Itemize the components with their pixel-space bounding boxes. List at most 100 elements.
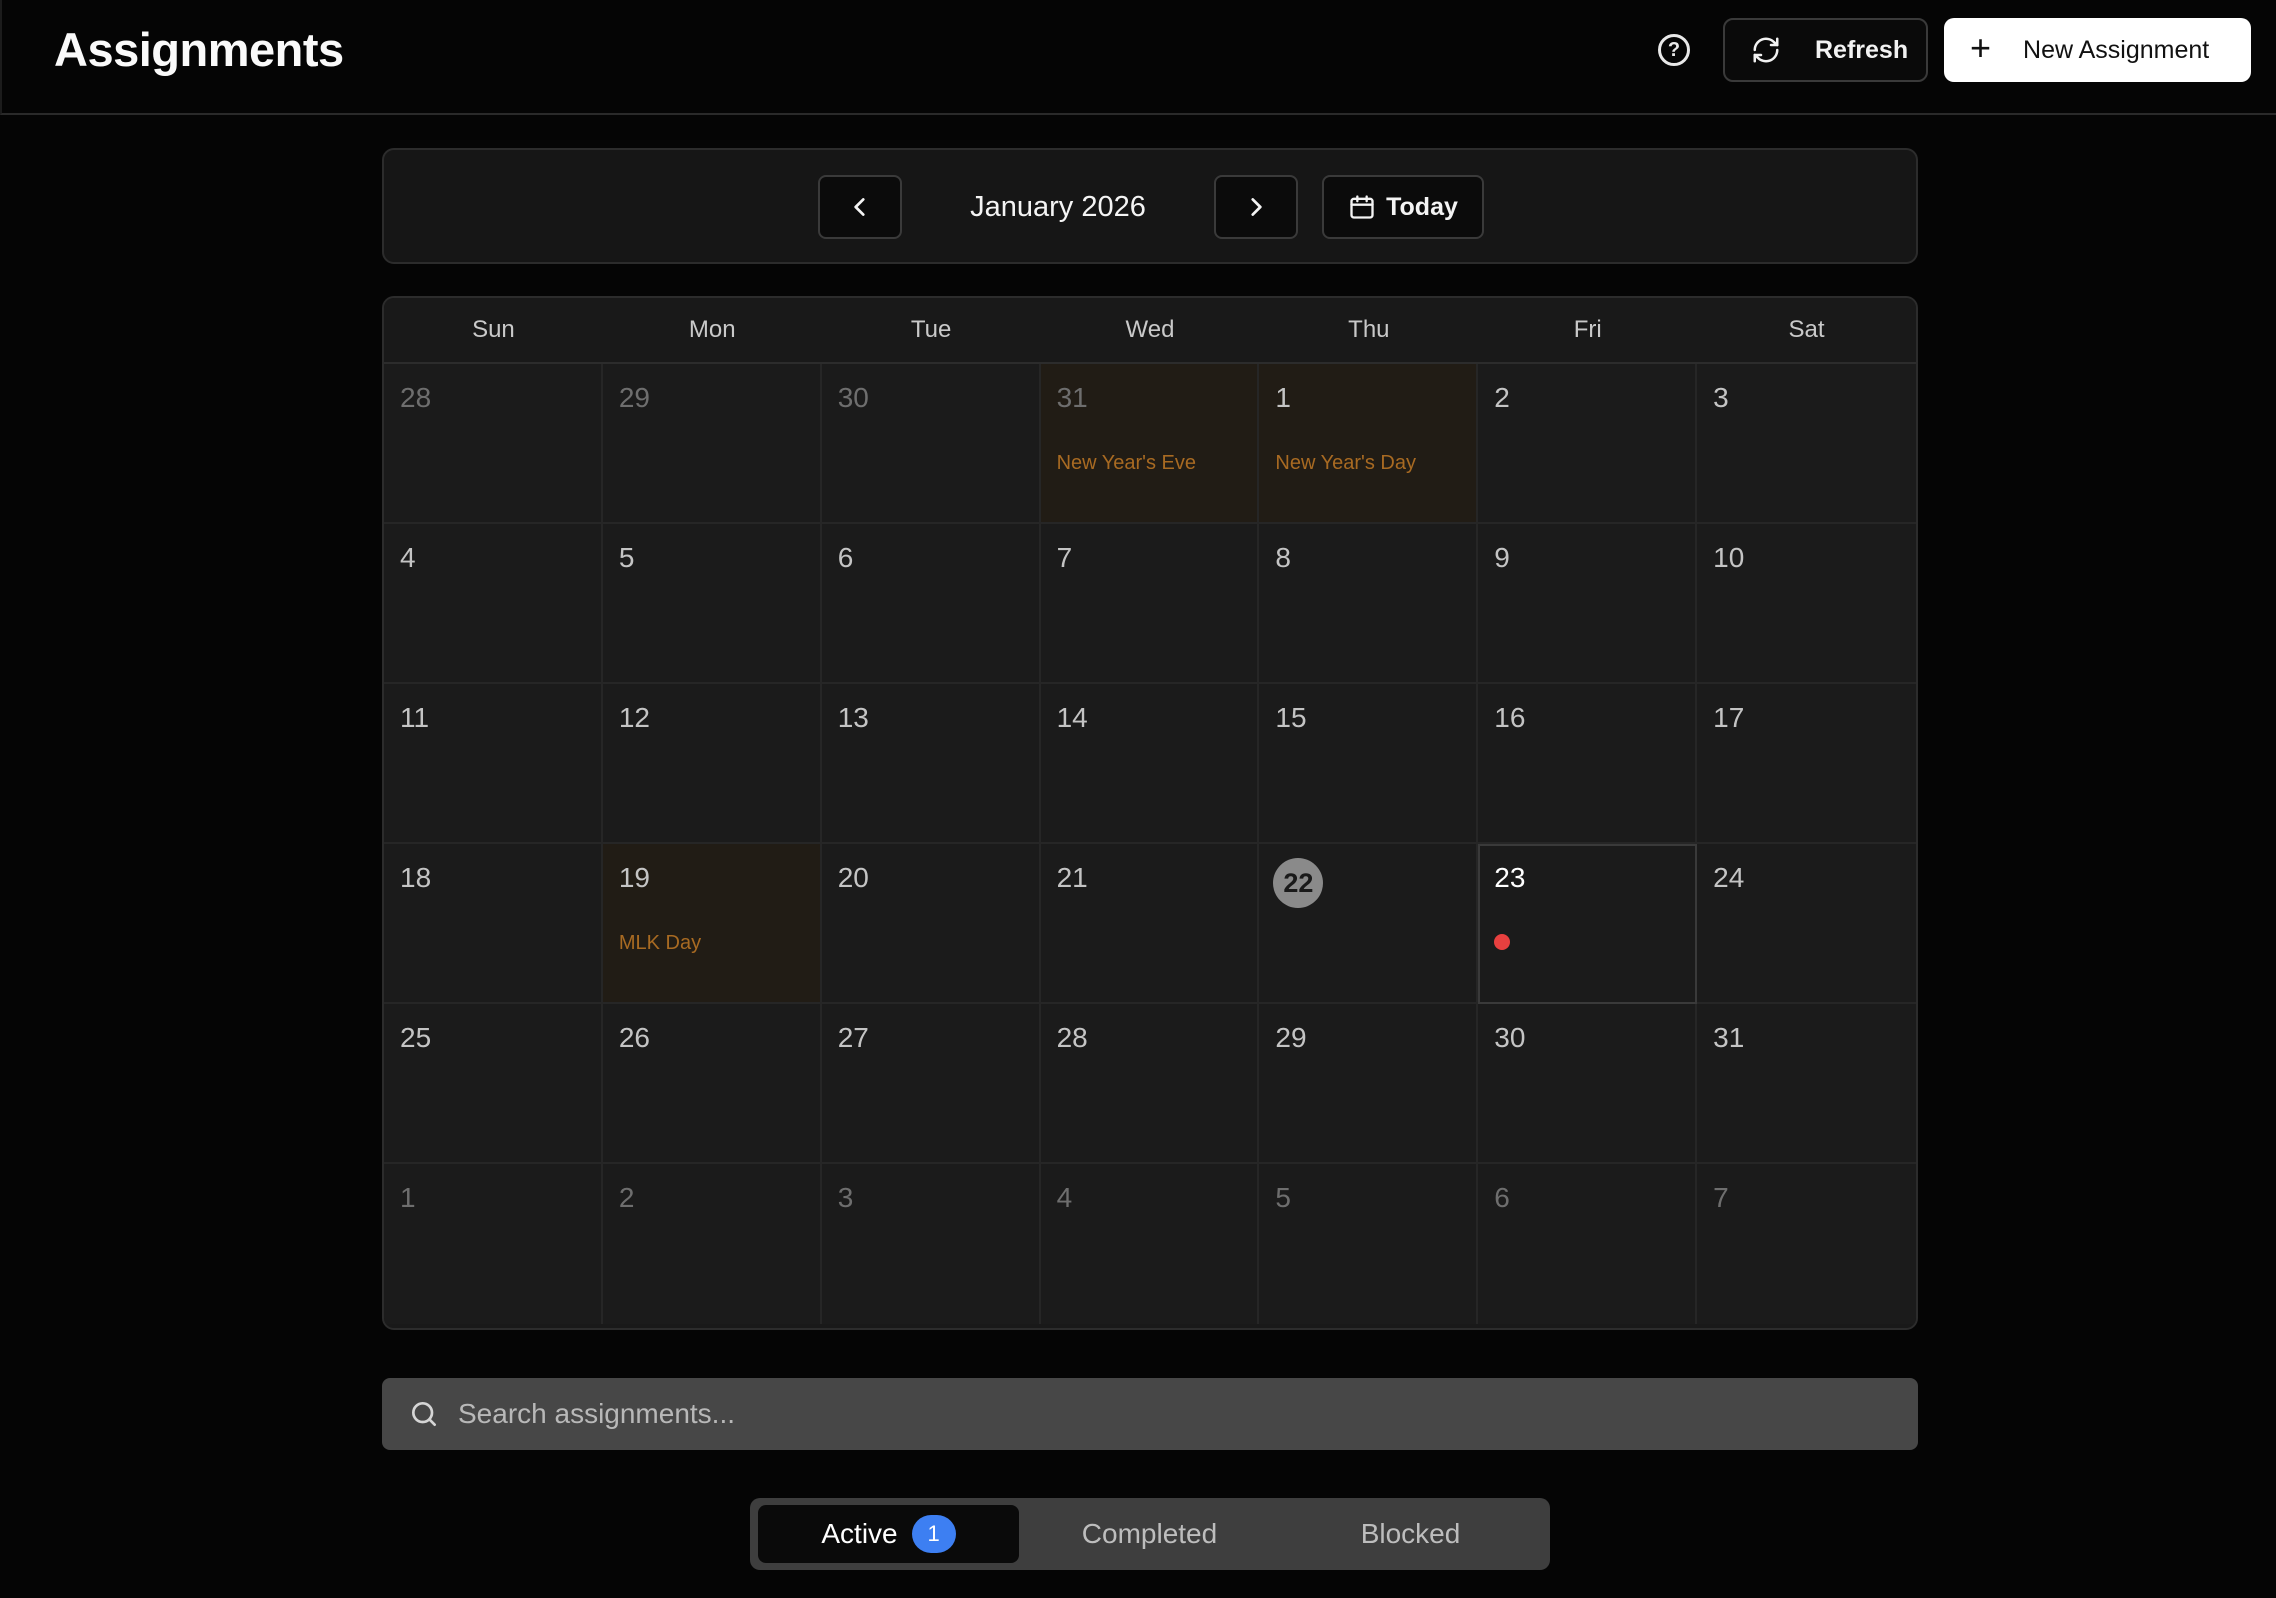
calendar-day-cell[interactable]: 1 <box>384 1164 603 1324</box>
calendar-day-cell[interactable]: 20 <box>821 844 1041 1004</box>
help-button[interactable]: ? <box>1658 34 1690 66</box>
day-number: 10 <box>1713 542 1745 573</box>
calendar-day-cell[interactable]: 2 <box>1478 364 1698 524</box>
holiday-label: New Year's Eve <box>1056 452 1197 474</box>
new-assignment-label: New Assignment <box>2023 35 2210 64</box>
page: Assignments ? Refresh + New Assignment J… <box>0 0 2276 1598</box>
weekday-label: Wed <box>1125 316 1175 343</box>
calendar-day-cell[interactable]: 7 <box>1040 524 1260 684</box>
calendar-day-cell[interactable]: 12 <box>602 684 822 844</box>
calendar-day-cell[interactable]: 31 New Year's Eve <box>1040 364 1260 524</box>
active-count-badge: 1 <box>911 1515 956 1553</box>
calendar-day-cell[interactable]: 5 <box>602 524 822 684</box>
calendar-day-cell[interactable]: 9 <box>1478 524 1698 684</box>
calendar-day-cell[interactable]: 27 <box>821 1004 1041 1164</box>
weekday-label: Sun <box>472 316 515 343</box>
tab-blocked[interactable]: Blocked <box>1280 1505 1541 1563</box>
day-number: 29 <box>618 382 650 413</box>
day-number: 17 <box>1713 702 1745 733</box>
calendar-day-cell[interactable]: 18 <box>384 844 603 1004</box>
page-title: Assignments <box>54 23 344 76</box>
day-number: 2 <box>1494 382 1510 413</box>
calendar-day-cell[interactable]: 28 <box>384 364 603 524</box>
plus-icon: + <box>1970 27 1992 68</box>
help-icon: ? <box>1667 38 1681 61</box>
next-month-button[interactable] <box>1214 175 1298 239</box>
day-number: 26 <box>618 1022 650 1053</box>
day-number: 25 <box>400 1022 432 1053</box>
calendar-day-cell[interactable]: 3 <box>1697 364 1916 524</box>
day-number: 5 <box>618 542 635 573</box>
day-number: 19 <box>618 862 650 893</box>
calendar-day-cell[interactable]: 30 <box>821 364 1041 524</box>
day-number: 30 <box>1494 1022 1526 1053</box>
day-number: 3 <box>837 1182 854 1213</box>
calendar-day-cell[interactable]: 31 <box>1697 1004 1916 1164</box>
calendar-icon <box>1350 195 1374 219</box>
day-number: 3 <box>1713 382 1729 413</box>
today-button[interactable]: Today <box>1322 175 1484 239</box>
tab-active[interactable]: Active 1 <box>758 1505 1019 1563</box>
calendar-day-cell[interactable]: 5 <box>1259 1164 1479 1324</box>
search-input[interactable] <box>458 1398 1858 1430</box>
calendar-day-cell[interactable]: 26 <box>602 1004 822 1164</box>
calendar-day-cell[interactable]: 2 <box>602 1164 822 1324</box>
current-month-label: January 2026 <box>970 190 1146 223</box>
calendar-day-cell[interactable]: 11 <box>384 684 603 844</box>
calendar-day-cell[interactable]: 3 <box>821 1164 1041 1324</box>
refresh-button[interactable]: Refresh <box>1723 18 1928 82</box>
holiday-label: MLK Day <box>618 932 702 954</box>
calendar: Sun Mon Tue Wed Thu Fri Sat 28 29 30 31 New Year's… <box>382 296 1918 1330</box>
day-number: 31 <box>1056 382 1088 413</box>
calendar-day-cell[interactable]: 24 <box>1697 844 1916 1004</box>
assignment-dot <box>1494 934 1511 950</box>
calendar-day-cell[interactable]: 25 <box>384 1004 603 1164</box>
new-assignment-button[interactable]: + New Assignment <box>1944 18 2251 82</box>
calendar-day-cell[interactable]: 28 <box>1040 1004 1260 1164</box>
calendar-day-cell[interactable]: 22 <box>1259 844 1479 1004</box>
day-number: 31 <box>1713 1022 1745 1053</box>
calendar-day-cell[interactable]: 17 <box>1697 684 1916 844</box>
refresh-icon <box>1753 37 1779 63</box>
calendar-day-cell[interactable]: 14 <box>1040 684 1260 844</box>
weekday-label: Sat <box>1788 316 1825 343</box>
weekday-label: Fri <box>1573 316 1602 343</box>
tab-completed[interactable]: Completed <box>1019 1505 1280 1563</box>
month-navigation: January 2026 Today <box>382 148 1918 264</box>
calendar-day-cell[interactable]: 23 <box>1478 844 1698 1004</box>
tab-completed-label: Completed <box>1081 1518 1218 1549</box>
day-number: 7 <box>1056 542 1073 573</box>
calendar-day-cell[interactable]: 30 <box>1478 1004 1698 1164</box>
day-number: 1 <box>400 1182 416 1213</box>
day-number: 9 <box>1494 542 1510 573</box>
calendar-day-cell[interactable]: 15 <box>1259 684 1479 844</box>
calendar-day-cell[interactable]: 8 <box>1259 524 1479 684</box>
calendar-day-cell[interactable]: 29 <box>602 364 822 524</box>
calendar-day-cell[interactable]: 21 <box>1040 844 1260 1004</box>
calendar-day-cell[interactable]: 13 <box>821 684 1041 844</box>
calendar-day-cell[interactable]: 29 <box>1259 1004 1479 1164</box>
calendar-day-cell[interactable]: 4 <box>384 524 603 684</box>
calendar-day-cell[interactable]: 4 <box>1040 1164 1260 1324</box>
today-indicator: 22 <box>1273 858 1324 908</box>
day-number: 18 <box>400 862 432 893</box>
calendar-grid: 28 29 30 31 New Year's Eve 1 New Year's Day 2 3 4… <box>384 364 1916 1324</box>
previous-month-button[interactable] <box>818 175 902 239</box>
calendar-day-cell[interactable]: 19 MLK Day <box>602 844 822 1004</box>
calendar-day-cell[interactable]: 7 <box>1697 1164 1916 1324</box>
calendar-day-cell[interactable]: 1 New Year's Day <box>1259 364 1479 524</box>
chevron-left-icon <box>854 198 865 216</box>
calendar-day-cell[interactable]: 6 <box>821 524 1041 684</box>
day-number: 16 <box>1494 702 1526 733</box>
day-number: 24 <box>1713 862 1745 893</box>
weekday-header-row: Sun Mon Tue Wed Thu Fri Sat <box>384 298 1916 364</box>
search-bar[interactable] <box>382 1378 1918 1450</box>
search-icon <box>412 1402 436 1426</box>
tab-active-label: Active <box>821 1518 898 1549</box>
calendar-day-cell[interactable]: 6 <box>1478 1164 1698 1324</box>
calendar-day-cell[interactable]: 10 <box>1697 524 1916 684</box>
day-number: 20 <box>837 862 869 893</box>
day-number: 2 <box>618 1182 635 1213</box>
calendar-day-cell[interactable]: 16 <box>1478 684 1698 844</box>
day-number: 14 <box>1056 702 1088 733</box>
